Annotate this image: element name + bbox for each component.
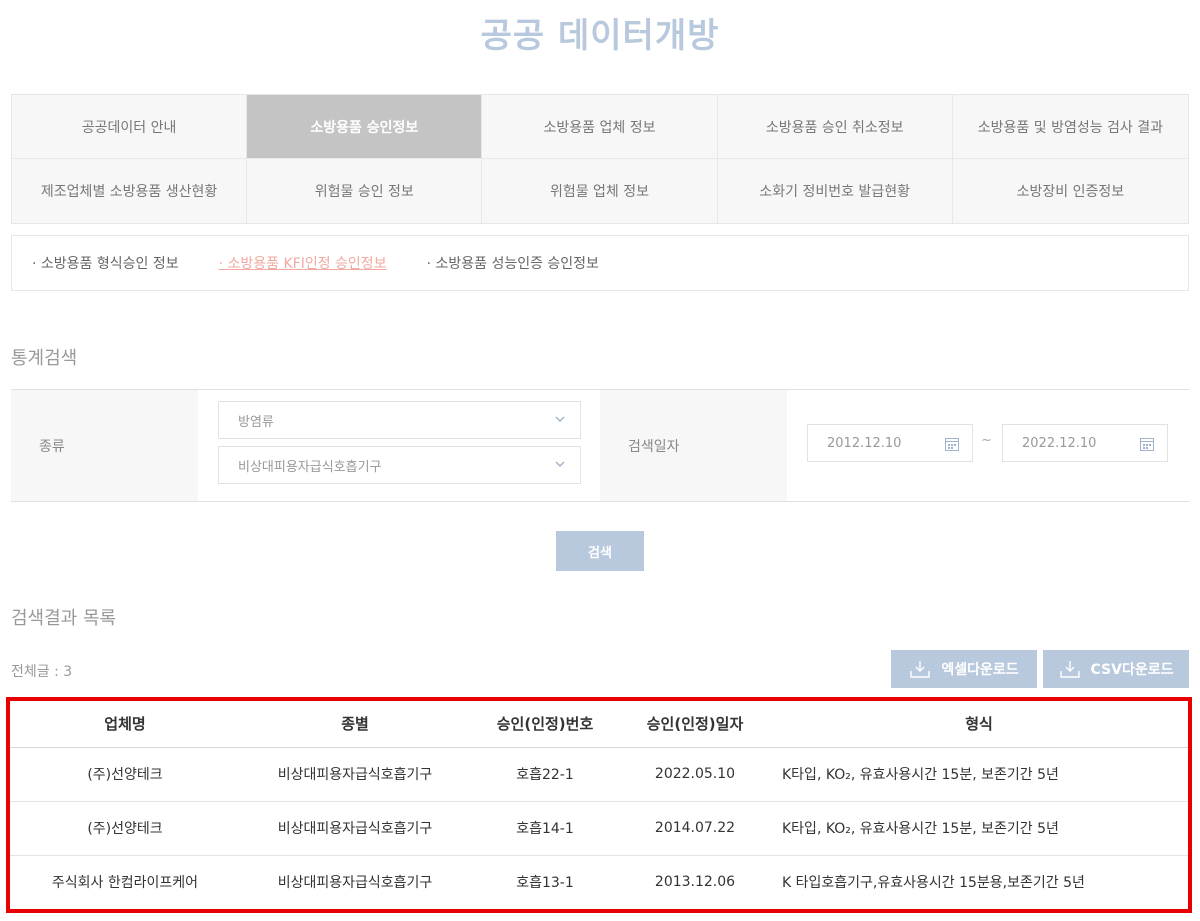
main-menu: 공공데이터 안내 소방용품 승인정보 소방용품 업체 정보 소방용품 승인 취소… <box>11 94 1189 224</box>
search-button[interactable]: 검색 <box>556 531 644 571</box>
cell-type: 비상대피용자급식호흡기구 <box>240 801 470 856</box>
excel-download-label: 엑셀다운로드 <box>941 662 1019 678</box>
table-row[interactable]: (주)선양테크 비상대피용자급식호흡기구 호흡14-1 2014.07.22 K… <box>10 801 1188 856</box>
download-icon <box>910 661 931 678</box>
menu-item-hazmat-approval[interactable]: 위험물 승인 정보 <box>247 159 483 223</box>
menu-item-fire-product-company[interactable]: 소방용품 업체 정보 <box>482 95 718 159</box>
download-icon <box>1059 661 1080 678</box>
cell-type: 비상대피용자급식호흡기구 <box>277 875 433 892</box>
cell-approval-number: 호흡22-1 <box>470 747 620 802</box>
chevron-down-icon <box>555 461 565 468</box>
category-select-value: 방염류 <box>238 414 274 430</box>
calendar-icon[interactable] <box>1139 436 1155 452</box>
date-from-value: 2012.12.10 <box>827 435 902 451</box>
page-title: 공공 데이터개방 <box>480 16 720 56</box>
sub-tabs: · 소방용품 형식승인 정보 · 소방용품 KFI인정 승인정보 · 소방용품 … <box>11 235 1189 291</box>
date-to-input[interactable]: 2022.12.10 <box>1002 424 1168 462</box>
item-select-value: 비상대피용자급식호흡기구 <box>238 459 382 475</box>
cell-model: K타입, KO₂, 유효사용시간 15분, 보존기간 5년 <box>770 747 1188 802</box>
cell-type: 비상대피용자급식호흡기구 <box>240 747 470 802</box>
search-section-title: 통계검색 <box>11 348 78 369</box>
csv-download-button[interactable]: CSV다운로드 <box>1043 650 1189 688</box>
subtab-kfi-approval[interactable]: · 소방용품 KFI인정 승인정보 <box>219 253 387 273</box>
menu-item-equipment-certification[interactable]: 소방장비 인증정보 <box>953 159 1188 223</box>
cell-approval-number: 호흡13-1 <box>516 875 574 892</box>
column-header-approval-date: 승인(인정)일자 <box>620 701 770 748</box>
menu-item-hazmat-company[interactable]: 위험물 업체 정보 <box>482 159 718 223</box>
cell-company: (주)선양테크 <box>10 747 240 802</box>
calendar-icon[interactable] <box>944 436 960 452</box>
cell-approval-date: 2014.07.22 <box>620 801 770 856</box>
menu-item-fire-product-approval[interactable]: 소방용품 승인정보 <box>247 95 483 159</box>
cell-approval-date: 2022.05.10 <box>620 747 770 802</box>
cell-approval-date: 2013.12.06 <box>654 874 736 891</box>
total-count: 전체글 : 3 <box>11 664 73 680</box>
table-row[interactable]: (주)선양테크 비상대피용자급식호흡기구 호흡22-1 2022.05.10 K… <box>10 747 1188 802</box>
menu-item-extinguisher-maintenance[interactable]: 소화기 정비번호 발급현황 <box>718 159 953 223</box>
category-select[interactable]: 방염류 <box>218 401 581 439</box>
cell-company: (주)선양테크 <box>10 801 240 856</box>
chevron-down-icon <box>555 416 565 423</box>
table-row[interactable]: 주식회사 한컴라이프케어 비상대피용자급식호흡기구 호흡13-1 2013.12… <box>10 855 1188 909</box>
menu-item-public-data-guide[interactable]: 공공데이터 안내 <box>12 95 248 159</box>
cell-model: K 타입호흡기구,유효사용시간 15분용,보존기간 5년 <box>782 875 1085 892</box>
menu-item-production-status[interactable]: 제조업체별 소방용품 생산현황 <box>12 159 248 223</box>
cell-approval-number: 호흡14-1 <box>470 801 620 856</box>
column-header-approval-number: 승인(인정)번호 <box>470 701 620 748</box>
csv-download-label: CSV다운로드 <box>1090 662 1174 678</box>
column-header-company: 업체명 <box>10 701 240 748</box>
subtab-performance-certification[interactable]: · 소방용품 성능인증 승인정보 <box>427 253 599 273</box>
table-header-row: 업체명 종별 승인(인정)번호 승인(인정)일자 형식 <box>10 701 1188 748</box>
excel-download-button[interactable]: 엑셀다운로드 <box>891 650 1037 688</box>
cell-model: K타입, KO₂, 유효사용시간 15분, 보존기간 5년 <box>770 801 1188 856</box>
kind-label: 종류 <box>11 390 198 501</box>
date-range-separator: ~ <box>981 433 992 448</box>
menu-item-approval-cancel[interactable]: 소방용품 승인 취소정보 <box>717 95 953 159</box>
results-section-title: 검색결과 목록 <box>11 608 117 629</box>
results-table: 업체명 종별 승인(인정)번호 승인(인정)일자 형식 (주)선양테크 비상대피… <box>10 701 1188 909</box>
item-select[interactable]: 비상대피용자급식호흡기구 <box>218 446 581 484</box>
results-table-highlight: 업체명 종별 승인(인정)번호 승인(인정)일자 형식 (주)선양테크 비상대피… <box>6 697 1192 913</box>
column-header-type: 종별 <box>240 701 470 748</box>
date-from-input[interactable]: 2012.12.10 <box>807 424 973 462</box>
date-to-value: 2022.12.10 <box>1022 435 1097 451</box>
cell-company: 주식회사 한컴라이프케어 <box>51 875 199 892</box>
column-header-model: 형식 <box>770 701 1188 748</box>
menu-item-inspection-result[interactable]: 소방용품 및 방염성능 검사 결과 <box>952 95 1188 159</box>
subtab-type-approval[interactable]: · 소방용품 형식승인 정보 <box>32 253 179 273</box>
search-panel: 종류 방염류 비상대피용자급식호흡기구 검색일자 2012.12.10 ~ 20… <box>11 389 1189 502</box>
date-label: 검색일자 <box>600 390 787 501</box>
